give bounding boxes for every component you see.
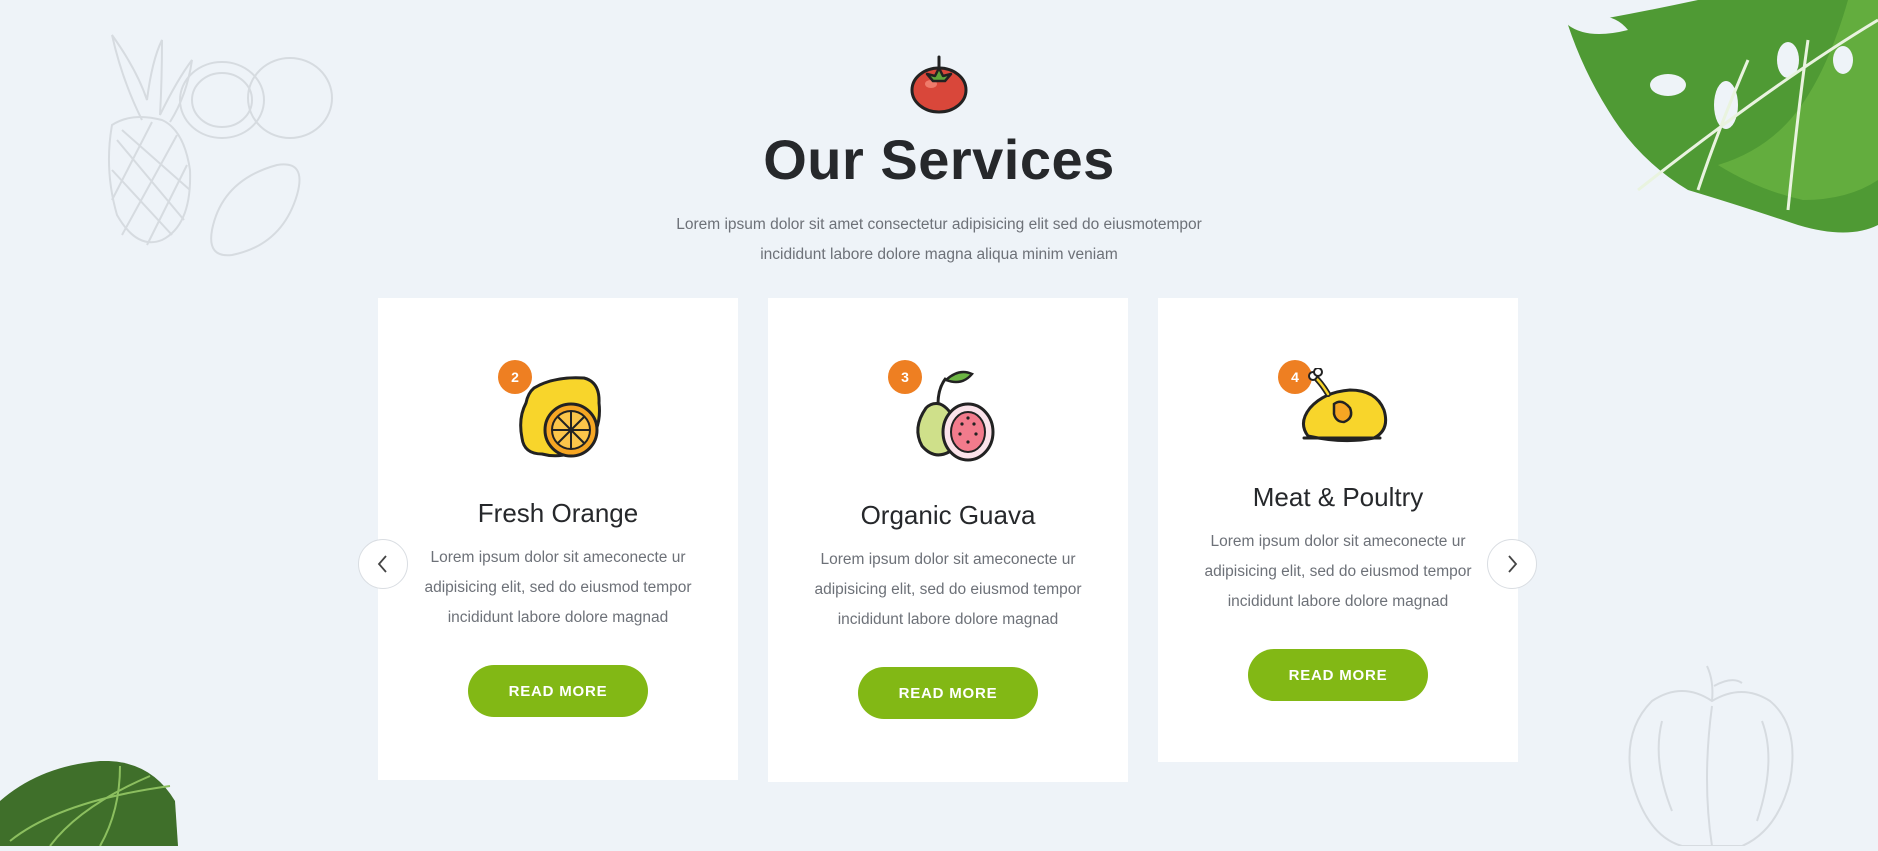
carousel-next-button[interactable] [1487, 539, 1537, 589]
read-more-button[interactable]: READ MORE [1248, 649, 1428, 701]
read-more-button[interactable]: READ MORE [468, 665, 648, 717]
read-more-button[interactable]: READ MORE [858, 667, 1038, 719]
service-card: 4 Meat & Poultry Lorem ipsum dolor sit a… [1158, 298, 1518, 762]
card-title: Meat & Poultry [1252, 482, 1424, 512]
apple-sketch-icon [1622, 661, 1802, 851]
card-title: Organic Guava [860, 500, 1036, 530]
card-icon: 4 [1278, 360, 1398, 470]
card-title: Fresh Orange [477, 498, 639, 528]
card-icon: 2 [498, 360, 618, 470]
section-header: Our Services Lorem ipsum dolor sit amet … [0, 52, 1878, 270]
carousel-prev-button[interactable] [358, 539, 408, 589]
subtitle-line-1: Lorem ipsum dolor sit amet consectetur a… [676, 216, 1202, 233]
lemon-icon [519, 376, 601, 458]
subtitle-line-2: incididunt labore dolore magna aliqua mi… [760, 246, 1118, 263]
section-title: Our Services [763, 128, 1115, 191]
tomato-icon [907, 52, 971, 116]
chevron-right-icon [1508, 555, 1518, 573]
section-subtitle: Lorem ipsum dolor sit amet consectetur a… [659, 210, 1219, 270]
card-icon: 3 [888, 360, 1008, 470]
service-card: 2 Fresh Orange Lorem ipsum dolor sit ame… [378, 298, 738, 780]
roast-chicken-icon [1302, 368, 1388, 443]
service-card: 3 Organic Guava Lorem ipsum dolor sit am… [768, 298, 1128, 782]
monstera-leaf-icon [0, 760, 180, 851]
card-text: Lorem ipsum dolor sit ameconecte ur adip… [814, 551, 1082, 628]
chevron-left-icon [377, 555, 387, 573]
card-text: Lorem ipsum dolor sit ameconecte ur adip… [1204, 533, 1472, 610]
guava-icon [916, 370, 995, 462]
card-text: Lorem ipsum dolor sit ameconecte ur adip… [424, 549, 692, 626]
